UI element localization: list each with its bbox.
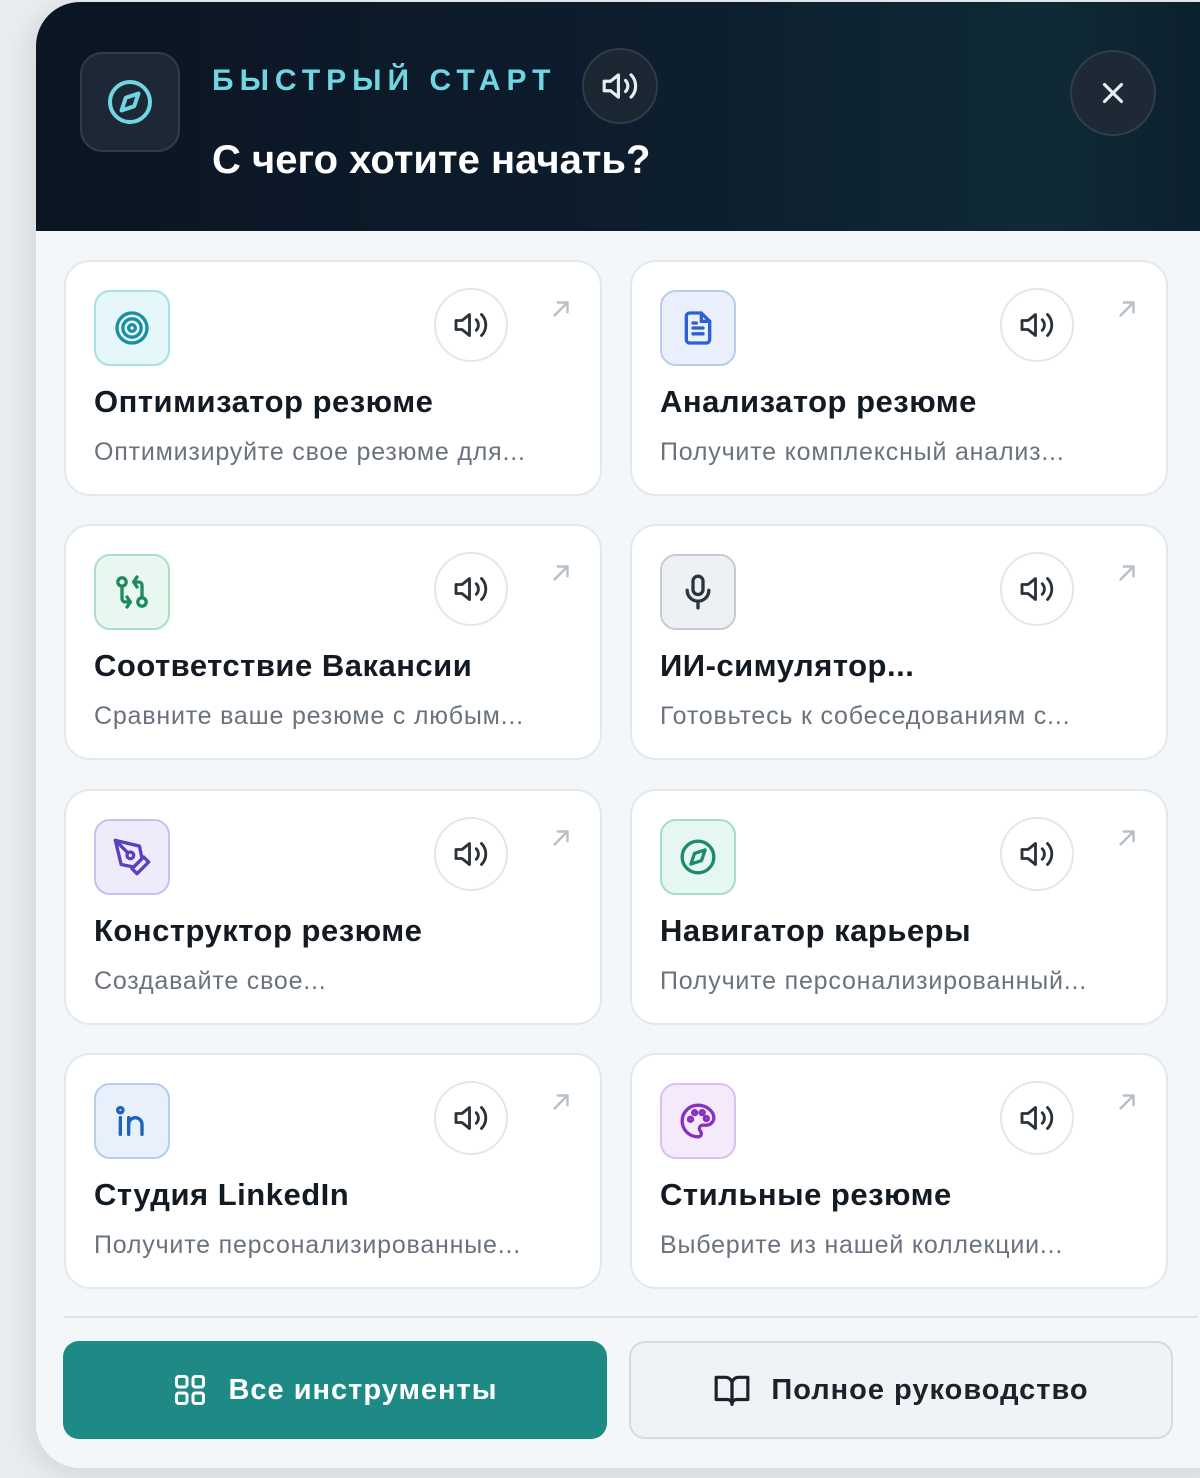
card-description: Получите персонализированные...	[94, 1231, 521, 1259]
card-description: Получите комплексный анализ...	[660, 438, 1065, 466]
speaker-button[interactable]	[434, 1081, 508, 1155]
git-compare-icon	[94, 554, 170, 630]
card-title: Конструктор резюме	[94, 913, 423, 948]
speaker-button[interactable]	[434, 817, 508, 891]
speaker-icon	[602, 73, 638, 99]
pen-tool-icon	[94, 819, 170, 895]
all-tools-label: Все инструменты	[228, 1373, 498, 1406]
arrow-up-right-icon[interactable]	[548, 296, 574, 322]
speaker-icon	[454, 1106, 488, 1130]
grid-icon	[175, 1375, 206, 1405]
card-title: Оптимизатор резюме	[94, 384, 434, 419]
target-icon	[94, 290, 170, 366]
arrow-up-right-icon[interactable]	[1114, 560, 1140, 586]
speaker-button[interactable]	[1000, 817, 1074, 891]
speaker-button[interactable]	[434, 288, 508, 362]
arrow-up-right-icon[interactable]	[548, 825, 574, 851]
arrow-up-right-icon[interactable]	[548, 560, 574, 586]
arrow-up-right-icon[interactable]	[1114, 825, 1140, 851]
microphone-icon	[660, 554, 736, 630]
close-button[interactable]	[1070, 50, 1156, 136]
close-icon	[1102, 82, 1124, 104]
divider	[64, 1316, 1198, 1318]
card-title: Соответствие Вакансии	[94, 648, 473, 683]
tool-card[interactable]: Соответствие Вакансии Сравните ваше резюм…	[64, 524, 602, 760]
panel-header: БЫСТРЫЙ СТАРТ С чего хотите начать?	[36, 2, 1200, 231]
arrow-up-right-icon[interactable]	[1114, 296, 1140, 322]
page-title: С чего хотите начать?	[212, 138, 651, 182]
speaker-icon	[454, 842, 488, 866]
speaker-icon	[1020, 313, 1054, 337]
card-title: Анализатор резюме	[660, 384, 977, 419]
tool-card[interactable]: Навигатор карьеры Получите персонализиров…	[630, 789, 1168, 1025]
speaker-button[interactable]	[1000, 1081, 1074, 1155]
card-title: Навигатор карьеры	[660, 913, 972, 948]
speaker-button[interactable]	[434, 552, 508, 626]
all-tools-button[interactable]: Все инструменты	[63, 1341, 607, 1439]
tool-card[interactable]: Студия LinkedIn Получите персонализирован…	[64, 1053, 602, 1289]
linkedin-icon	[94, 1083, 170, 1159]
card-description: Готовьтесь к собеседованиям с...	[660, 702, 1071, 730]
speaker-icon	[454, 313, 488, 337]
header-speaker-button[interactable]	[582, 48, 658, 124]
section-eyebrow: БЫСТРЫЙ СТАРТ	[212, 64, 557, 97]
card-title: Стильные резюме	[660, 1177, 952, 1212]
tool-card[interactable]: Анализатор резюме Получите комплексный ан…	[630, 260, 1168, 496]
speaker-button[interactable]	[1000, 552, 1074, 626]
compass-icon	[660, 819, 736, 895]
full-guide-label: Полное руководство	[771, 1373, 1089, 1406]
palette-icon	[660, 1083, 736, 1159]
card-description: Выберите из нашей коллекции...	[660, 1231, 1064, 1259]
full-guide-button[interactable]: Полное руководство	[629, 1341, 1173, 1439]
card-description: Оптимизируйте свое резюме для...	[94, 438, 526, 466]
book-icon	[714, 1375, 750, 1406]
card-title: ИИ-симулятор...	[660, 648, 915, 683]
tool-card[interactable]: ИИ-симулятор... Готовьтесь к собеседовани…	[630, 524, 1168, 760]
document-icon	[660, 290, 736, 366]
compass-icon	[80, 52, 180, 152]
card-description: Получите персонализированный...	[660, 967, 1088, 995]
quick-start-panel: БЫСТРЫЙ СТАРТ С чего хотите начать? Опти…	[36, 2, 1200, 1468]
speaker-icon	[1020, 577, 1054, 601]
card-description: Создавайте свое...	[94, 967, 327, 995]
card-description: Сравните ваше резюме с любым...	[94, 702, 524, 730]
tool-card[interactable]: Конструктор резюме Создавайте свое...	[64, 789, 602, 1025]
arrow-up-right-icon[interactable]	[548, 1089, 574, 1115]
tool-card[interactable]: Стильные резюме Выберите из нашей коллекц…	[630, 1053, 1168, 1289]
speaker-icon	[1020, 1106, 1054, 1130]
speaker-button[interactable]	[1000, 288, 1074, 362]
tool-card[interactable]: Оптимизатор резюме Оптимизируйте свое рез…	[64, 260, 602, 496]
card-title: Студия LinkedIn	[94, 1177, 350, 1212]
speaker-icon	[1020, 842, 1054, 866]
speaker-icon	[454, 577, 488, 601]
arrow-up-right-icon[interactable]	[1114, 1089, 1140, 1115]
